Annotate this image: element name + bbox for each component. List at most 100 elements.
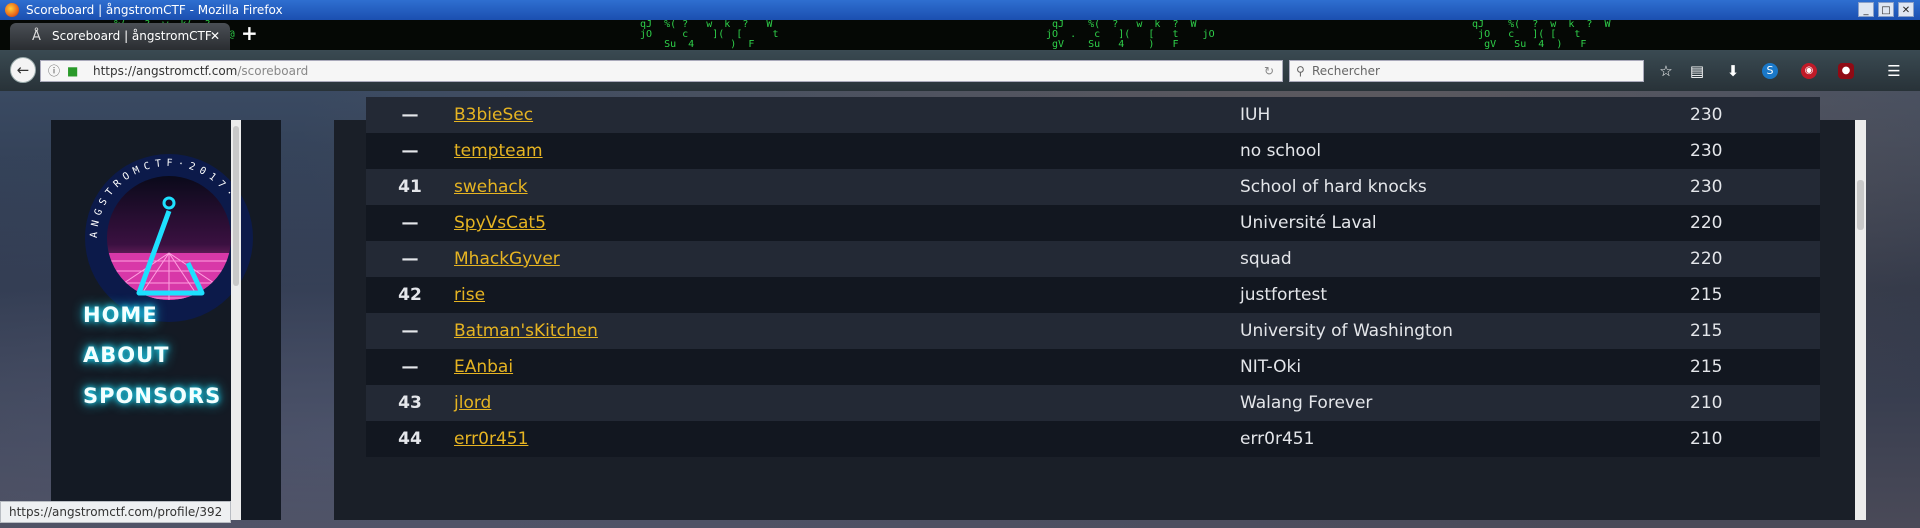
tab-title: Scoreboard | ångstromCTF	[52, 29, 212, 43]
page-content: ANGSTROMCTF·2017· HOME ABOUT SPONSORS —B…	[0, 91, 1920, 528]
extension-icon[interactable]: ◉	[1801, 63, 1817, 79]
close-window-button[interactable]: ✕	[1898, 2, 1914, 17]
table-row: — tempteam no school 230	[366, 133, 1820, 169]
close-tab-icon[interactable]: ✕	[210, 23, 220, 50]
nav-about-link[interactable]: ABOUT	[83, 343, 170, 367]
points-cell: 220	[1690, 205, 1820, 241]
rank-cell: —	[366, 97, 454, 133]
table-row: 42 rise justfortest 215	[366, 277, 1820, 313]
team-profile-link[interactable]: MhackGyver	[454, 249, 560, 269]
points-cell: 215	[1690, 349, 1820, 385]
skype-icon[interactable]: S	[1762, 63, 1778, 79]
rank-cell: —	[366, 241, 454, 277]
search-input[interactable]: ⚲ Rechercher	[1289, 60, 1644, 82]
table-row: — Batman'sKitchen University of Washington…	[366, 313, 1820, 349]
rank-cell: —	[366, 313, 454, 349]
school-cell: err0r451	[1240, 421, 1690, 457]
theme-decoration: qJ %( ? w k ? W jO c ]( [ t Su 4 ) F	[640, 20, 779, 50]
star-icon[interactable]: ☆	[1656, 61, 1676, 81]
team-cell: tempteam	[454, 133, 1240, 169]
team-cell: B3bieSec	[454, 97, 1240, 133]
school-cell: no school	[1240, 133, 1690, 169]
rank-cell: —	[366, 205, 454, 241]
search-icon: ⚲	[1296, 64, 1305, 78]
school-cell: IUH	[1240, 97, 1690, 133]
team-profile-link[interactable]: swehack	[454, 177, 528, 197]
team-profile-link[interactable]: SpyVsCat5	[454, 213, 546, 233]
tab-strip: . %( ? w k( ? t ' ( ] ! [ ) @ o S u ' . …	[0, 20, 1920, 50]
nav-sponsors-link[interactable]: SPONSORS	[83, 384, 221, 408]
window-controls: _ □ ✕	[1858, 2, 1914, 17]
points-cell: 210	[1690, 385, 1820, 421]
reload-icon[interactable]: ↻	[1264, 61, 1274, 81]
school-cell: justfortest	[1240, 277, 1690, 313]
team-profile-link[interactable]: jlord	[454, 393, 491, 413]
theme-decoration: qJ %( ? w k ? W jO . c ]( [ t jO gV Su 4…	[1046, 20, 1215, 50]
points-cell: 230	[1690, 169, 1820, 205]
table-row: — B3bieSec IUH 230	[366, 97, 1820, 133]
points-cell: 215	[1690, 277, 1820, 313]
angstromctf-logo: ANGSTROMCTF·2017·	[85, 154, 253, 322]
url-bar[interactable]: ⓘ ■ https://angstromctf.com/scoreboard ↻	[40, 60, 1283, 82]
minimize-button[interactable]: _	[1858, 2, 1874, 17]
page-scrollbar[interactable]	[1855, 120, 1866, 520]
school-cell: Walang Forever	[1240, 385, 1690, 421]
points-cell: 230	[1690, 97, 1820, 133]
points-cell: 215	[1690, 313, 1820, 349]
window-titlebar: Scoreboard | ångstromCTF - Mozilla Firef…	[0, 0, 1920, 20]
school-cell: School of hard knocks	[1240, 169, 1690, 205]
back-button[interactable]: ←	[10, 57, 36, 83]
lock-icon[interactable]: ■	[67, 61, 78, 81]
sidebar-scrollbar[interactable]	[231, 120, 241, 520]
new-tab-button[interactable]: +	[241, 21, 258, 45]
table-row: — SpyVsCat5 Université Laval 220	[366, 205, 1820, 241]
sidebar-scroll-thumb[interactable]	[233, 126, 239, 286]
team-profile-link[interactable]: tempteam	[454, 141, 543, 161]
firefox-icon	[5, 3, 19, 17]
scoreboard-table: — B3bieSec IUH 230— tempteam no school 230 41 sw…	[366, 97, 1820, 457]
points-cell: 230	[1690, 133, 1820, 169]
info-icon[interactable]: ⓘ	[48, 61, 60, 81]
school-cell: University of Washington	[1240, 313, 1690, 349]
team-cell: Batman'sKitchen	[454, 313, 1240, 349]
points-cell: 210	[1690, 421, 1820, 457]
team-cell: err0r451	[454, 421, 1240, 457]
team-cell: SpyVsCat5	[454, 205, 1240, 241]
team-profile-link[interactable]: EAnbai	[454, 357, 513, 377]
download-icon[interactable]: ⬇	[1723, 61, 1743, 81]
team-profile-link[interactable]: Batman'sKitchen	[454, 321, 598, 341]
maximize-button[interactable]: □	[1878, 2, 1894, 17]
search-placeholder: Rechercher	[1312, 64, 1380, 78]
school-cell: NIT-Oki	[1240, 349, 1690, 385]
rank-cell: 43	[366, 385, 454, 421]
table-row: 41 swehack School of hard knocks 230	[366, 169, 1820, 205]
ublock-icon[interactable]: ●	[1838, 63, 1854, 79]
window-title: Scoreboard | ångstromCTF - Mozilla Firef…	[26, 3, 283, 17]
rank-cell: —	[366, 133, 454, 169]
reading-list-icon[interactable]: ▤	[1687, 61, 1707, 81]
nav-home-link[interactable]: HOME	[83, 303, 158, 327]
status-bar: https://angstromctf.com/profile/392	[0, 501, 232, 523]
team-profile-link[interactable]: rise	[454, 285, 485, 305]
url-path: /scoreboard	[237, 64, 309, 78]
rank-cell: 41	[366, 169, 454, 205]
team-cell: rise	[454, 277, 1240, 313]
table-row: — MhackGyver squad 220	[366, 241, 1820, 277]
navigation-bar: ← ⓘ ■ https://angstromctf.com/scoreboard…	[0, 50, 1920, 91]
team-cell: jlord	[454, 385, 1240, 421]
tab-scoreboard[interactable]: Å Scoreboard | ångstromCTF ✕	[10, 23, 230, 50]
team-cell: EAnbai	[454, 349, 1240, 385]
points-cell: 220	[1690, 241, 1820, 277]
team-cell: swehack	[454, 169, 1240, 205]
team-cell: MhackGyver	[454, 241, 1240, 277]
url-domain: https://angstromctf.com	[93, 64, 238, 78]
rank-cell: 42	[366, 277, 454, 313]
page-scroll-thumb[interactable]	[1857, 180, 1864, 230]
theme-decoration: qJ %( ? w k ? W jO c ]( [ t gV Su 4 ) F	[1472, 20, 1611, 50]
menu-icon[interactable]: ☰	[1884, 61, 1904, 81]
table-row: 43 jlord Walang Forever 210	[366, 385, 1820, 421]
url-text[interactable]: https://angstromctf.com/scoreboard	[93, 61, 308, 81]
table-row: 44 err0r451 err0r451 210	[366, 421, 1820, 457]
team-profile-link[interactable]: err0r451	[454, 429, 528, 449]
team-profile-link[interactable]: B3bieSec	[454, 105, 533, 125]
